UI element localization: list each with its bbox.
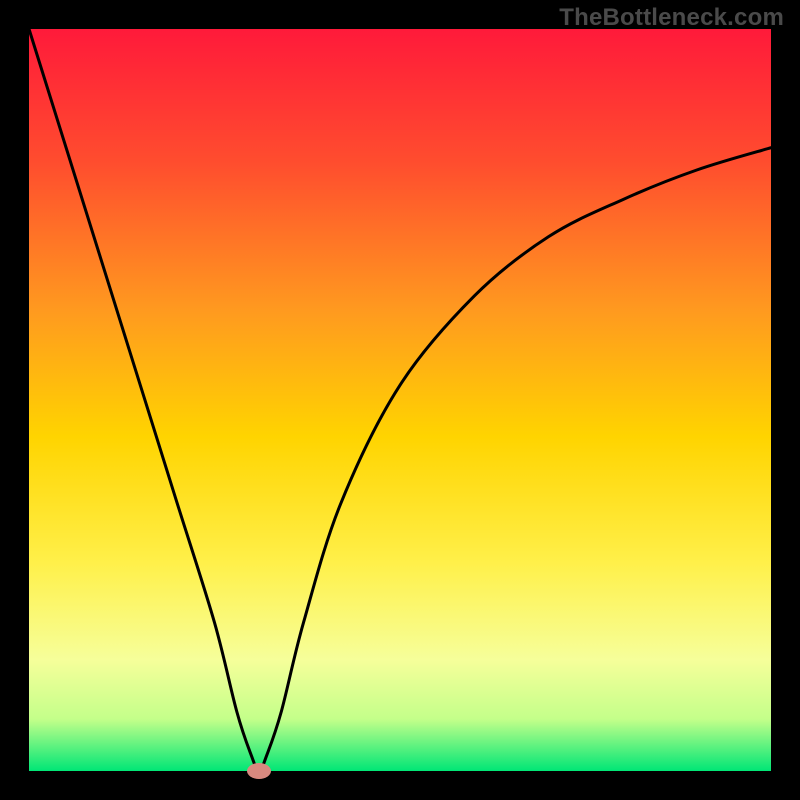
watermark-text: TheBottleneck.com xyxy=(559,4,784,32)
plot-background xyxy=(29,29,771,771)
chart-frame: TheBottleneck.com xyxy=(0,0,800,800)
bottleneck-chart xyxy=(0,0,800,800)
optimum-marker xyxy=(247,763,271,779)
